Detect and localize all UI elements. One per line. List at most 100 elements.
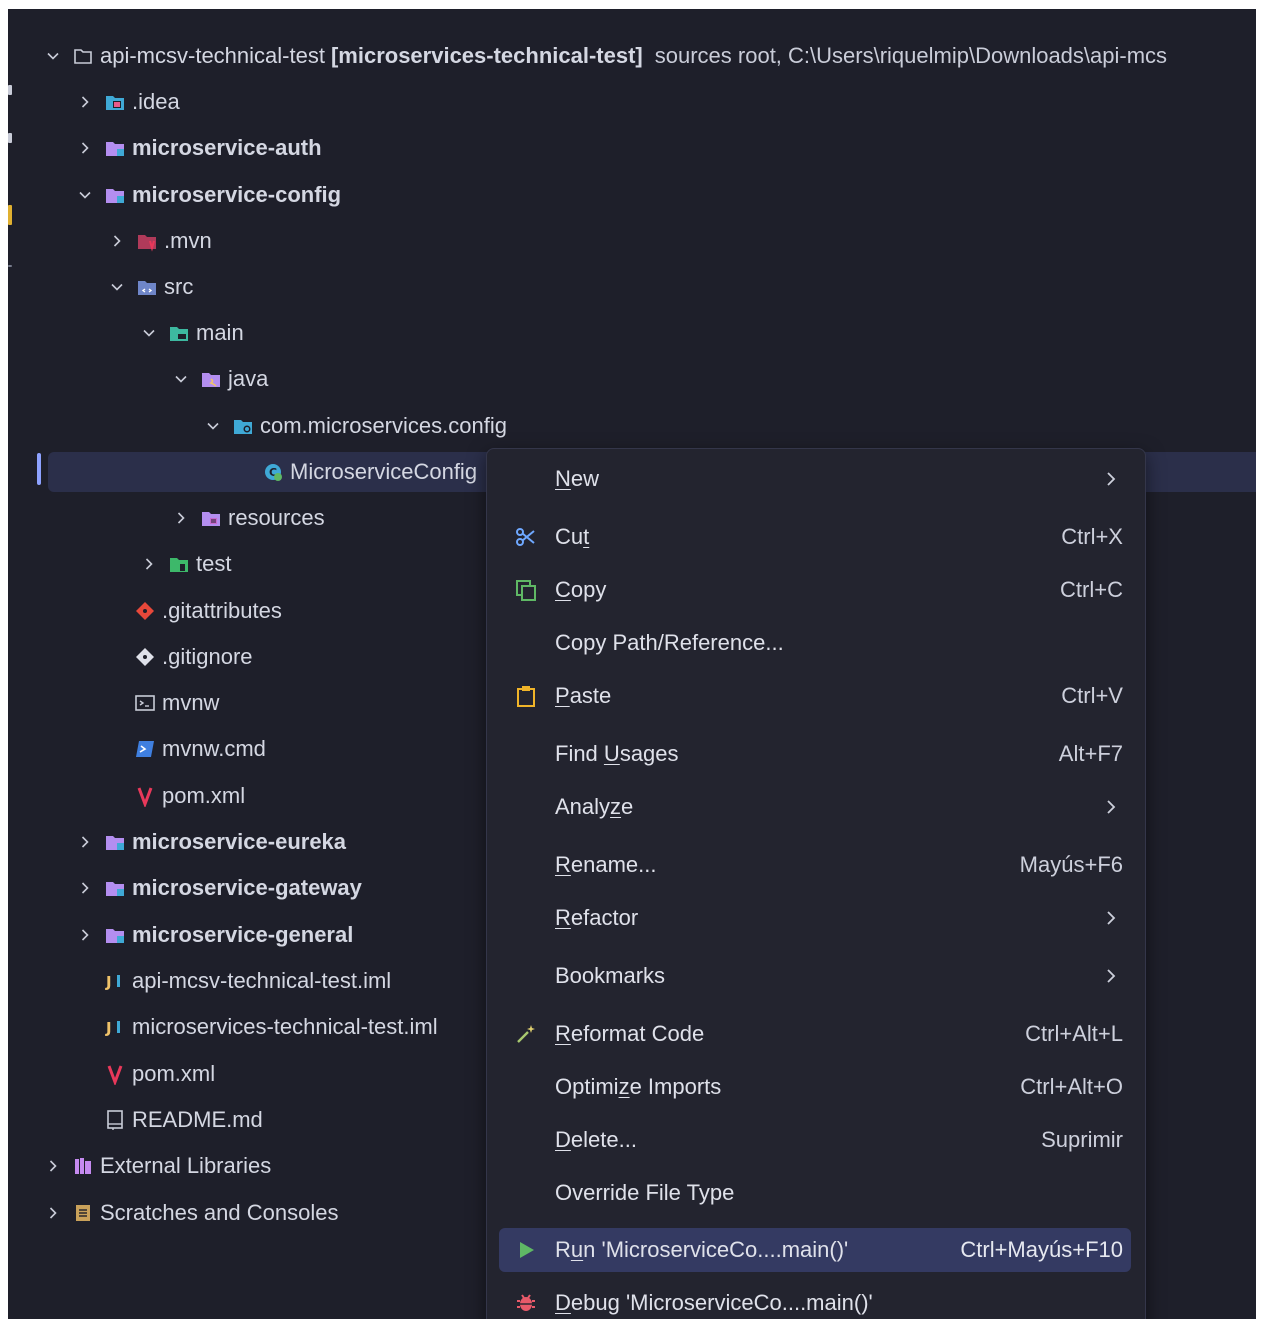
tree-label: .gitattributes: [162, 598, 282, 623]
chevron-right-icon[interactable]: [76, 139, 94, 157]
chevron-down-icon[interactable]: [76, 186, 94, 204]
tree-label: Scratches and Consoles: [100, 1200, 339, 1225]
tree-label: .gitignore: [162, 644, 253, 669]
chevron-right-icon[interactable]: [140, 555, 158, 573]
tree-label: .mvn: [164, 228, 212, 253]
tree-label: test: [196, 551, 232, 576]
shortcut: Ctrl+V: [1061, 683, 1123, 708]
tree-row-main[interactable]: main: [8, 313, 1256, 353]
tree-row-root[interactable]: api-mcsv-technical-test [microservices-t…: [8, 36, 1256, 76]
menu-item-run[interactable]: Run 'MicroserviceCo....main()' Ctrl+Mayú…: [499, 1228, 1131, 1272]
chevron-down-icon[interactable]: [44, 47, 62, 65]
tree-label: MicroserviceConfig: [290, 459, 478, 484]
menu-item-label: Run 'MicroserviceCo....main()': [555, 1237, 849, 1262]
menu-item-reformat-code[interactable]: Reformat Code Ctrl+Alt+L: [499, 1012, 1131, 1056]
scratches-icon: [72, 1202, 94, 1224]
menu-item-copy[interactable]: Copy Ctrl+C: [499, 568, 1131, 612]
chevron-right-icon[interactable]: [76, 926, 94, 944]
tree-row-src[interactable]: src: [8, 267, 1256, 307]
chevron-right-icon[interactable]: [76, 93, 94, 111]
chevron-right-icon: [1107, 800, 1116, 814]
root-path: sources root, C:\Users\riquelmip\Downloa…: [654, 43, 1168, 68]
context-menu: New Cut Ctrl+X Copy Ctrl+C Copy Path/Ref…: [486, 448, 1146, 1319]
menu-item-label: Delete...: [555, 1127, 637, 1152]
project-tool-window: api-mcsv-technical-test [microservices-t…: [8, 9, 1256, 1319]
menu-item-label: Analyze: [555, 794, 634, 819]
menu-item-rename[interactable]: Rename... Mayús+F6: [499, 843, 1131, 887]
menu-item-label: Reformat Code: [555, 1021, 705, 1046]
chevron-right-icon: [1107, 472, 1116, 486]
shortcut: Ctrl+Alt+O: [1020, 1074, 1123, 1099]
selection-caret: [37, 453, 41, 485]
tree-row-idea[interactable]: .idea: [8, 82, 1256, 122]
tree-label: .idea: [132, 89, 180, 114]
debug-bug-icon: [513, 1290, 539, 1316]
module-folder-icon: [104, 831, 126, 853]
svg-text:J: J: [105, 973, 112, 991]
terminal-icon: [134, 692, 156, 714]
menu-item-refactor[interactable]: Refactor: [499, 896, 1131, 940]
menu-item-label: Cut: [555, 524, 590, 549]
menu-item-optimize-imports[interactable]: Optimize Imports Ctrl+Alt+O: [499, 1065, 1131, 1109]
tree-label: main: [196, 320, 244, 345]
folder-outline-icon: [72, 45, 94, 67]
tree-label: resources: [228, 505, 325, 530]
spring-class-icon: C: [262, 461, 284, 483]
chevron-right-icon[interactable]: [108, 232, 126, 250]
tree-label: microservice-auth: [132, 135, 322, 160]
tree-label: microservice-eureka: [132, 829, 347, 854]
chevron-right-icon[interactable]: [76, 879, 94, 897]
menu-item-label: Optimize Imports: [555, 1074, 722, 1099]
tree-label: mvnw: [162, 690, 220, 715]
chevron-right-icon[interactable]: [44, 1157, 62, 1175]
tree-row-microservice-auth[interactable]: microservice-auth: [8, 128, 1256, 168]
shortcut: Ctrl+Mayús+F10: [960, 1237, 1123, 1262]
chevron-down-icon[interactable]: [140, 324, 158, 342]
maven-icon: [104, 1063, 126, 1085]
chevron-right-icon: [1107, 911, 1116, 925]
menu-item-copy-path[interactable]: Copy Path/Reference...: [499, 621, 1131, 665]
package-icon: [232, 415, 254, 437]
menu-item-label: New: [555, 466, 600, 491]
chevron-down-icon[interactable]: [172, 370, 190, 388]
tree-row-microservice-config[interactable]: microservice-config: [8, 175, 1256, 215]
tree-label: microservice-general: [132, 922, 354, 947]
tree-label: mvnw.cmd: [162, 736, 266, 761]
chevron-right-icon[interactable]: [44, 1204, 62, 1222]
tree-label: api-mcsv-technical-test.iml: [132, 968, 392, 993]
menu-item-cut[interactable]: Cut Ctrl+X: [499, 515, 1131, 559]
chevron-right-icon: [1107, 969, 1116, 983]
shortcut: Mayús+F6: [1019, 852, 1123, 877]
menu-item-debug[interactable]: Debug 'MicroserviceCo....main()': [499, 1281, 1131, 1319]
menu-item-override-file-type[interactable]: Override File Type: [499, 1171, 1131, 1215]
menu-item-bookmarks[interactable]: Bookmarks: [499, 954, 1131, 998]
menu-item-paste[interactable]: Paste Ctrl+V: [499, 674, 1131, 718]
chevron-down-icon[interactable]: [108, 278, 126, 296]
shortcut: Ctrl+C: [1060, 577, 1123, 602]
source-folder-icon: [136, 276, 158, 298]
menu-item-label: Debug 'MicroserviceCo....main()': [555, 1290, 873, 1315]
chevron-down-icon[interactable]: [204, 417, 222, 435]
menu-item-new[interactable]: New: [499, 457, 1131, 501]
tree-row-package[interactable]: com.microservices.config: [8, 406, 1256, 446]
menu-item-analyze[interactable]: Analyze: [499, 785, 1131, 829]
chevron-right-icon[interactable]: [76, 833, 94, 851]
module-folder-icon: [104, 924, 126, 946]
iml-file-icon: J: [104, 1016, 126, 1038]
menu-item-label: Copy: [555, 577, 607, 602]
shortcut: Ctrl+X: [1061, 524, 1123, 549]
tree-label: src: [164, 274, 194, 299]
tree-row-mvn[interactable]: .mvn: [8, 221, 1256, 261]
menu-item-delete[interactable]: Delete... Suprimir: [499, 1118, 1131, 1162]
shortcut: Ctrl+Alt+L: [1025, 1021, 1123, 1046]
tree-label: microservices-technical-test.iml: [132, 1014, 438, 1039]
menu-item-find-usages[interactable]: Find Usages Alt+F7: [499, 732, 1131, 776]
library-icon: [72, 1155, 94, 1177]
tree-row-java[interactable]: java: [8, 359, 1256, 399]
scissors-icon: [513, 524, 539, 550]
menu-item-label: Find Usages: [555, 741, 679, 766]
tree-label: pom.xml: [132, 1061, 216, 1086]
iml-file-icon: J: [104, 970, 126, 992]
chevron-right-icon[interactable]: [172, 509, 190, 527]
menu-item-label: Bookmarks: [555, 963, 666, 988]
